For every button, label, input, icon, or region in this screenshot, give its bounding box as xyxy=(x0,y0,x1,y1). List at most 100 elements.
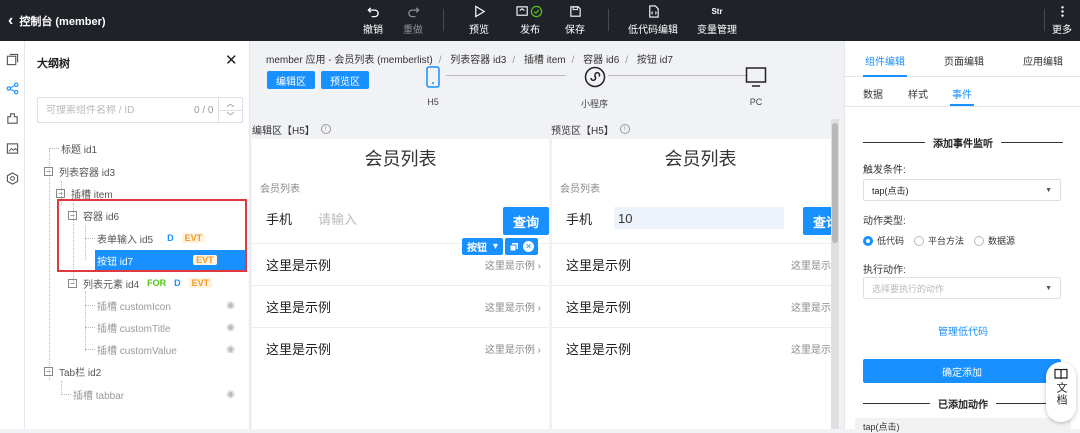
visibility-eye-icon[interactable]: ◉ xyxy=(226,300,235,311)
page-subtitle[interactable]: 会员列表 xyxy=(260,180,300,195)
undo-button[interactable]: 撤销 xyxy=(363,0,383,41)
device-label: PC xyxy=(749,97,763,107)
device-pc[interactable]: PC xyxy=(745,65,767,107)
tab-component-edit[interactable]: 组件编辑 xyxy=(865,53,905,68)
radio-datasource[interactable]: 数据源 xyxy=(974,234,1015,247)
tree-guide-line xyxy=(49,148,50,380)
breadcrumb-item[interactable]: 插槽 item xyxy=(524,55,566,66)
lowcode-edit-button[interactable]: 低代码编辑 xyxy=(628,0,678,41)
visibility-eye-icon[interactable]: ◉ xyxy=(226,322,235,333)
subtab-style[interactable]: 样式 xyxy=(908,86,928,101)
subtab-data[interactable]: 数据 xyxy=(863,86,883,101)
visibility-eye-icon[interactable]: ◉ xyxy=(226,344,235,355)
radio-platform-method[interactable]: 平台方法 xyxy=(914,234,964,247)
collapse-icon[interactable]: − xyxy=(44,166,53,176)
more-button[interactable]: 更多 xyxy=(1052,0,1072,41)
delete-icon[interactable]: ✕ xyxy=(523,241,535,252)
pages-icon[interactable] xyxy=(5,52,20,67)
tree-node-label: 插槽 customTitle xyxy=(97,323,171,335)
list-item[interactable]: 这里是示例 这里是示例 xyxy=(552,243,831,285)
info-icon[interactable]: i xyxy=(320,124,331,134)
canvas-scrollbar[interactable] xyxy=(831,119,839,429)
list-item-value: 这里是示例 xyxy=(791,345,831,356)
preview-area-toggle[interactable]: 预览区 xyxy=(321,71,369,89)
tree-guide-line xyxy=(85,291,86,351)
edit-area-header-label: 编辑区【H5】 xyxy=(252,125,315,137)
edit-area-toggle[interactable]: 编辑区 xyxy=(267,71,315,89)
tree-node-slot-tabbar[interactable]: 插槽 tabbar ◉ xyxy=(73,384,245,404)
preview-button[interactable]: 预览 xyxy=(469,0,489,41)
tree-node-tabbar-id2[interactable]: − Tab栏 id2 xyxy=(44,361,101,381)
list-item[interactable]: 这里是示例 这里是示例 › xyxy=(252,285,549,327)
play-icon xyxy=(474,5,485,18)
copy-icon[interactable] xyxy=(509,242,519,252)
tab-page-edit[interactable]: 页面编辑 xyxy=(944,53,984,68)
tree-node-list-container-id3[interactable]: − 列表容器 id3 xyxy=(44,161,115,181)
trigger-select[interactable]: tap(点击) ▼ xyxy=(863,179,1061,201)
tree-search-box: 0 / 0 ︿ ﹀ xyxy=(37,97,243,123)
component-type-dropdown[interactable]: 按钮 ▾ xyxy=(462,238,504,255)
publish-button[interactable]: 发布 xyxy=(515,0,545,41)
selected-component-toolbar: 按钮 ▾ ✕ xyxy=(462,238,539,255)
variable-manage-button[interactable]: Str 变量管理 xyxy=(697,0,737,41)
toolbar-divider xyxy=(443,9,444,31)
list-item[interactable]: 这里是示例 这里是示例 xyxy=(552,327,831,369)
tree-node-label: 插槽 customIcon xyxy=(97,301,171,313)
collapse-icon[interactable]: − xyxy=(44,366,53,376)
page-title[interactable]: 会员列表 xyxy=(252,145,549,171)
tree-node-label: 插槽 tabbar xyxy=(73,390,125,402)
docs-float-button[interactable]: 文档 xyxy=(1046,362,1076,422)
tree-node-title-id1[interactable]: 标题 id1 xyxy=(61,138,97,158)
close-icon[interactable]: ✕ xyxy=(225,51,238,69)
redo-button[interactable]: 重做 xyxy=(403,0,423,41)
preview-label: 预览 xyxy=(469,25,489,36)
tree-node-slot-customvalue[interactable]: 插槽 customValue ◉ xyxy=(97,339,245,359)
added-action-item[interactable]: tap(点击) xyxy=(855,418,1071,432)
tree-node-slot-customtitle[interactable]: 插槽 customTitle ◉ xyxy=(97,317,245,337)
list-item[interactable]: 这里是示例 这里是示例 xyxy=(552,285,831,327)
for-loop-badge: FOR xyxy=(147,278,167,288)
query-button[interactable]: 查询 xyxy=(803,207,831,235)
breadcrumb-item[interactable]: 按钮 id7 xyxy=(637,55,673,66)
list-item-value: 这里是示例 › xyxy=(484,261,541,272)
tree-node-list-element-id4[interactable]: − 列表元素 id4 FOR D EVT xyxy=(68,273,246,293)
breadcrumb-item[interactable]: member 应用 - 会员列表 (memberlist) xyxy=(266,55,433,66)
chevron-up-icon[interactable]: ︿ xyxy=(219,98,242,111)
info-icon[interactable]: i xyxy=(619,124,630,134)
back-to-console-button[interactable]: ‹ 控制台 (member) xyxy=(8,0,106,41)
device-miniprogram[interactable]: 小程序 xyxy=(581,65,608,110)
save-button[interactable]: 保存 xyxy=(565,0,585,41)
exec-action-select[interactable]: 选择要执行的动作 ▼ xyxy=(863,277,1061,299)
tree-guide-line xyxy=(85,305,95,306)
settings-hex-icon[interactable] xyxy=(5,171,20,186)
docs-label: 文档 xyxy=(1055,382,1067,406)
preview-area-header: 预览区【H5】 i xyxy=(551,119,630,139)
monitor-icon xyxy=(745,65,767,89)
components-icon[interactable] xyxy=(5,111,20,126)
collapse-icon[interactable]: − xyxy=(68,278,77,288)
tree-search-input[interactable] xyxy=(46,104,186,116)
radio-lowcode[interactable]: 低代码 xyxy=(863,234,904,247)
phone-field-label: 手机 xyxy=(266,211,293,227)
tree-node-slot-customicon[interactable]: 插槽 customIcon ◉ xyxy=(97,295,245,315)
active-tab-indicator xyxy=(863,75,907,77)
manage-lowcode-link[interactable]: 管理低代码 xyxy=(845,323,1080,338)
subtab-event[interactable]: 事件 xyxy=(952,86,972,101)
chevron-down-icon: ▼ xyxy=(1045,284,1052,292)
tab-app-edit[interactable]: 应用编辑 xyxy=(1023,53,1063,68)
collapse-icon[interactable]: − xyxy=(56,188,65,198)
scrollbar-thumb[interactable] xyxy=(832,123,838,243)
query-button[interactable]: 查询 xyxy=(503,207,549,235)
device-h5[interactable]: H5 xyxy=(426,65,440,107)
list-item-title: 这里是示例 xyxy=(266,300,332,315)
outline-tree-icon[interactable] xyxy=(5,81,20,96)
console-title: 控制台 (member) xyxy=(19,15,106,28)
list-item[interactable]: 这里是示例 这里是示例 › xyxy=(252,327,549,369)
breadcrumb-item[interactable]: 列表容器 id3 xyxy=(450,55,506,66)
image-asset-icon[interactable] xyxy=(5,141,20,156)
confirm-add-button[interactable]: 确定添加 xyxy=(863,359,1061,383)
visibility-eye-icon[interactable]: ◉ xyxy=(226,389,235,400)
chevron-down-icon[interactable]: ﹀ xyxy=(219,111,242,123)
phone-input[interactable]: 请输入 xyxy=(318,209,357,228)
phone-input[interactable]: 10 xyxy=(614,207,784,229)
